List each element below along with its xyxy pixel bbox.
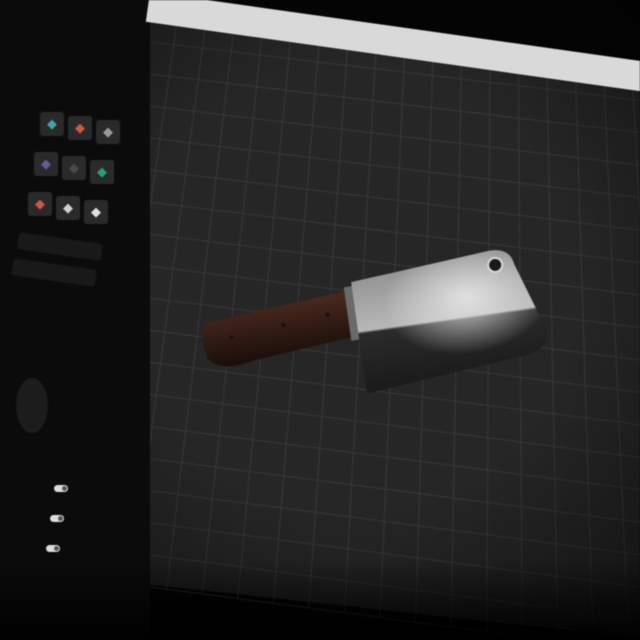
model-thumb-9[interactable]: ◆	[84, 200, 108, 224]
menu-item-2[interactable]	[511, 64, 512, 72]
menu-item-1[interactable]	[499, 62, 500, 70]
blade-hang-hole	[487, 256, 504, 273]
cleaver-thumb-icon: ◆	[75, 120, 85, 136]
model-thumb-3[interactable]: ◆	[96, 120, 120, 144]
model-thumb-1[interactable]: ◆	[40, 112, 64, 136]
toggle-switch-2[interactable]	[50, 515, 64, 522]
cleaver-thumb-icon: ◆	[47, 116, 57, 132]
bottom-shadow	[0, 560, 640, 640]
toggle-switch-3[interactable]	[46, 545, 60, 552]
cleaver-thumb-icon: ◆	[91, 204, 101, 220]
cleaver-thumb-icon: ◆	[35, 196, 45, 212]
menu-item-4[interactable]	[535, 67, 536, 75]
cleaver-thumb-icon: ◆	[97, 164, 107, 180]
panel-button-1[interactable]	[17, 232, 103, 261]
model-thumb-7[interactable]: ◆	[28, 192, 52, 216]
model-thumb-2[interactable]: ◆	[68, 116, 92, 140]
menu-item-3[interactable]	[523, 65, 524, 73]
rotation-dial[interactable]	[16, 378, 48, 433]
left-panel: ◆ ◆ ◆ ◆ ◆ ◆ ◆ ◆ ◆	[0, 0, 150, 640]
cleaver-thumb-icon: ◆	[103, 124, 113, 140]
cleaver-thumb-icon: ◆	[41, 156, 51, 172]
cleaver-thumb-icon: ◆	[63, 200, 73, 216]
cleaver-thumb-icon: ◆	[69, 160, 79, 176]
model-thumb-6[interactable]: ◆	[90, 160, 114, 184]
model-thumb-8[interactable]: ◆	[56, 196, 80, 220]
model-thumb-5[interactable]: ◆	[62, 156, 86, 180]
screen: ◆ ◆ ◆ ◆ ◆ ◆ ◆ ◆ ◆	[0, 0, 640, 640]
model-thumb-4[interactable]: ◆	[34, 152, 58, 176]
toggle-switch-1[interactable]	[54, 485, 68, 492]
panel-button-2[interactable]	[11, 258, 97, 287]
